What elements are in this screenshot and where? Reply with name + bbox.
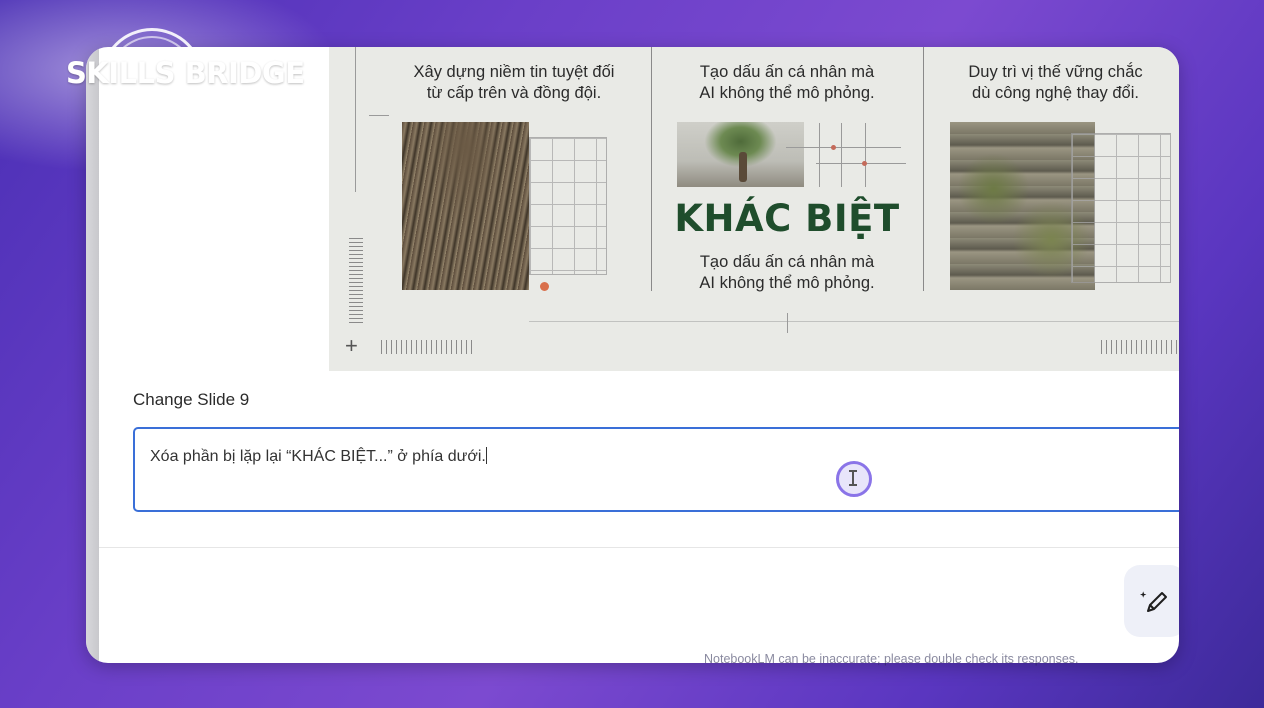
section-divider xyxy=(99,547,1179,548)
accent-dot xyxy=(831,145,836,150)
floorplan-blueprint-sketch xyxy=(1071,133,1171,283)
column-3-line-1: Duy trì vị thế vững chắc xyxy=(968,63,1143,81)
horizontal-ruler-left xyxy=(381,340,473,354)
vertical-ruler xyxy=(349,237,363,323)
change-slide-label: Change Slide 9 xyxy=(133,390,250,409)
slide-column-3: Duy trì vị thế vững chắc dù công nghệ th… xyxy=(923,47,1179,297)
guide-line xyxy=(865,123,866,187)
guide-line xyxy=(841,123,842,187)
mouse-cursor-highlight xyxy=(836,461,872,497)
disclaimer-text: NotebookLM can be inaccurate; please dou… xyxy=(704,652,1079,666)
app-window: + Xây dựng niềm tin tuyệt đối từ cấp trê… xyxy=(86,47,1179,663)
column-2-line-2: AI không thể mô phỏng. xyxy=(699,84,875,102)
guide-line xyxy=(355,47,356,192)
accent-dot xyxy=(862,161,867,166)
tree-roots-image xyxy=(402,122,529,290)
guide-line xyxy=(819,123,820,187)
column-2-sub-line-1: Tạo dấu ấn cá nhân mà xyxy=(699,253,875,271)
ibeam-cursor-icon xyxy=(849,470,857,486)
magic-pen-icon xyxy=(1140,591,1167,612)
accent-dot xyxy=(540,282,549,291)
slide-column-2: Tạo dấu ấn cá nhân mà AI không thể mô ph… xyxy=(651,47,923,297)
slide-column-1: Xây dựng niềm tin tuyệt đối từ cấp trên … xyxy=(369,47,659,297)
slide-title-khac-biet: KHÁC BIỆT xyxy=(674,197,900,240)
plus-mark-icon: + xyxy=(345,333,358,358)
magic-edit-button[interactable] xyxy=(1124,565,1179,637)
guide-line xyxy=(816,163,906,164)
column-1-line-1: Xây dựng niềm tin tuyệt đối xyxy=(413,63,615,81)
horizontal-ruler-right xyxy=(1101,340,1179,354)
guide-line xyxy=(787,313,788,333)
olive-tree-image xyxy=(677,122,804,187)
column-2-line-1: Tạo dấu ấn cá nhân mà xyxy=(699,63,875,81)
tree-trunk xyxy=(739,152,747,182)
logo-text: SKILLS BRIDGE xyxy=(66,56,305,90)
column-1-line-2: từ cấp trên và đồng đội. xyxy=(426,84,602,102)
guide-line xyxy=(529,321,1179,322)
column-3-line-2: dù công nghệ thay đổi. xyxy=(972,84,1139,102)
slide-preview[interactable]: + Xây dựng niềm tin tuyệt đối từ cấp trê… xyxy=(329,47,1179,371)
guide-line xyxy=(786,147,901,148)
house-blueprint-sketch xyxy=(529,137,607,275)
text-caret xyxy=(485,447,487,464)
change-instruction-input[interactable]: Xóa phần bị lặp lại “KHÁC BIỆT...” ở phí… xyxy=(133,427,1179,512)
change-instruction-text: Xóa phần bị lặp lại “KHÁC BIỆT...” ở phí… xyxy=(150,448,486,465)
window-left-edge xyxy=(86,47,99,663)
column-2-sub-line-2: AI không thể mô phỏng. xyxy=(699,274,875,292)
skills-bridge-logo: SKILLS BRIDGE xyxy=(66,28,305,92)
